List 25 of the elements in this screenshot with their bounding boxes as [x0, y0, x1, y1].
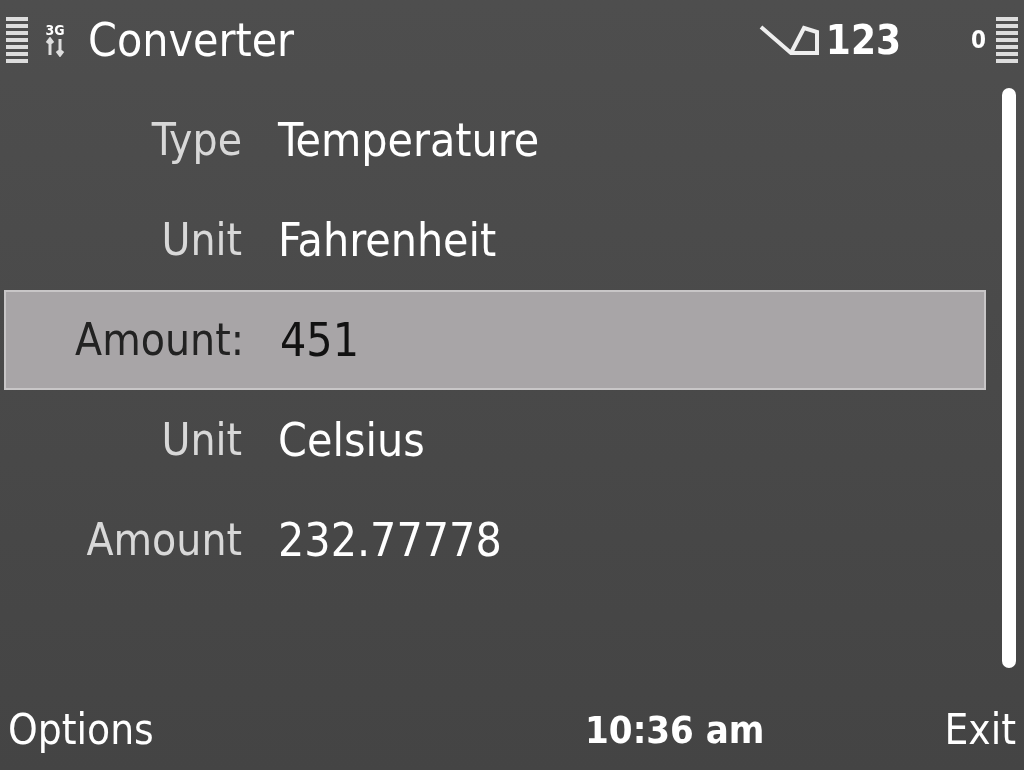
field-value: Celsius — [278, 417, 425, 463]
form-row[interactable]: Amount 232.77778 — [4, 490, 986, 590]
battery-icon — [996, 17, 1018, 63]
field-label: Unit — [160, 418, 242, 462]
field-value: 451 — [280, 317, 359, 363]
input-mode: 123 — [825, 20, 901, 60]
field-label: Type — [150, 118, 242, 162]
indicator: 0 — [970, 28, 986, 52]
app-title: Converter — [88, 17, 295, 63]
exit-softkey[interactable]: Exit — [944, 709, 1016, 751]
clock: 10:36 am — [585, 711, 765, 749]
field-label: Amount — [85, 518, 242, 562]
field-label: Unit — [160, 218, 242, 262]
signal-icon — [6, 17, 28, 63]
options-softkey[interactable]: Options — [8, 709, 154, 751]
field-label: Amount: — [74, 318, 244, 362]
field-value: 232.77778 — [278, 517, 502, 563]
network-type: 3G — [45, 23, 65, 37]
form-row[interactable]: Unit Celsius — [4, 390, 986, 490]
scrollbar[interactable] — [1002, 88, 1016, 668]
form-row[interactable]: Amount: 451 — [4, 290, 986, 390]
field-value: Fahrenheit — [278, 217, 497, 263]
form-row[interactable]: Type Temperature — [4, 90, 986, 190]
form-row[interactable]: Unit Fahrenheit — [4, 190, 986, 290]
transfer-arrows-icon — [45, 37, 65, 57]
